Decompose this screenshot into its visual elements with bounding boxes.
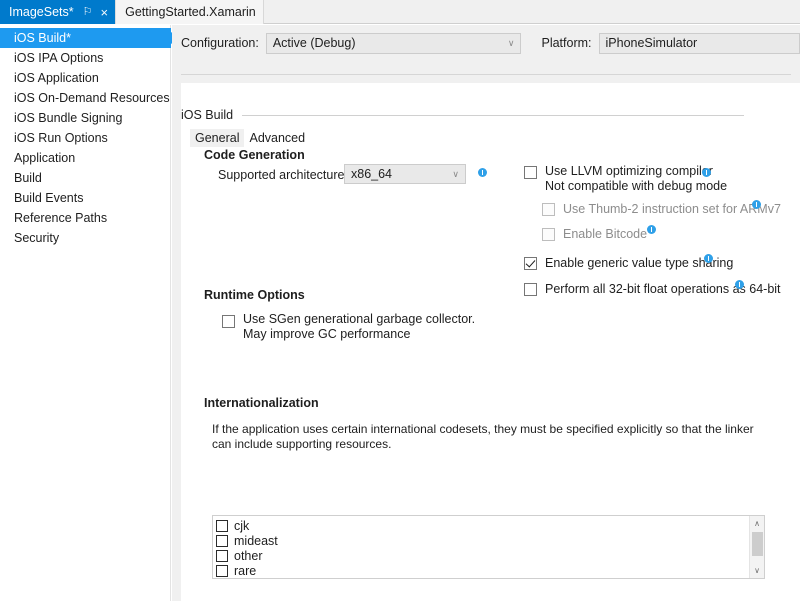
configuration-separator	[181, 74, 791, 75]
sidebar-item-build[interactable]: Build	[0, 168, 170, 188]
group-header-rule	[242, 115, 744, 116]
configuration-value: Active (Debug)	[273, 36, 356, 50]
tab-label: Advanced	[249, 131, 305, 145]
codeset-label: cjk	[234, 519, 249, 533]
codeset-listbox[interactable]: cjk mideast other rare	[212, 515, 765, 579]
document-tab-imagesets[interactable]: ImageSets* ⚐ ×	[0, 0, 115, 24]
sidebar-item-label: iOS Application	[14, 71, 99, 85]
supported-architectures-dropdown[interactable]: x86_64 ∨	[344, 164, 466, 184]
sidebar-item-label: Build Events	[14, 191, 83, 205]
platform-value: iPhoneSimulator	[606, 36, 698, 50]
use-llvm-checkbox[interactable]	[524, 166, 537, 179]
sidebar-item-security[interactable]: Security	[0, 228, 170, 248]
document-tab-gettingstarted[interactable]: GettingStarted.Xamarin	[115, 0, 264, 24]
inner-tab-strip: General Advanced	[190, 128, 800, 148]
pin-icon[interactable]: ⚐	[83, 7, 93, 18]
use-llvm-info-icon[interactable]	[702, 168, 711, 177]
float-64bit-info-icon[interactable]	[735, 280, 744, 289]
sidebar-item-label: iOS IPA Options	[14, 51, 103, 65]
list-item[interactable]: rare	[216, 563, 749, 578]
use-sgen-checkbox[interactable]	[222, 315, 235, 328]
sidebar-item-ios-ipa-options[interactable]: iOS IPA Options	[0, 48, 170, 68]
codeset-list: cjk mideast other rare	[213, 516, 749, 578]
sidebar-item-label: Security	[14, 231, 59, 245]
codeset-checkbox-other[interactable]	[216, 550, 228, 562]
chevron-down-icon: ∨	[508, 39, 515, 48]
section-title-internationalization: Internationalization	[204, 396, 319, 410]
codeset-scrollbar[interactable]: ∧ ∨	[749, 516, 764, 578]
tab-general[interactable]: General	[190, 129, 244, 148]
sidebar-item-label: iOS Build*	[14, 31, 71, 45]
sidebar-item-ios-build[interactable]: iOS Build*	[0, 28, 171, 48]
float-64bit-checkbox[interactable]	[524, 283, 537, 296]
page-title: iOS Build	[181, 108, 233, 122]
sidebar-item-label: iOS On-Demand Resources	[14, 91, 170, 105]
codeset-label: mideast	[234, 534, 278, 548]
use-sgen-label-line1: Use SGen generational garbage collector.	[243, 312, 475, 327]
list-item[interactable]: cjk	[216, 518, 749, 533]
group-header: iOS Build	[181, 108, 800, 122]
section-title-code-generation: Code Generation	[204, 148, 305, 162]
configuration-bar: Configuration: Active (Debug) ∨ Platform…	[172, 25, 800, 61]
tab-advanced[interactable]: Advanced	[244, 129, 310, 148]
sidebar-item-ios-run-options[interactable]: iOS Run Options	[0, 128, 170, 148]
generic-value-type-sharing-info-icon[interactable]	[704, 254, 713, 263]
chevron-down-icon: ∨	[452, 170, 459, 179]
generic-value-type-sharing-checkbox[interactable]	[524, 257, 537, 270]
platform-label: Platform:	[541, 36, 591, 50]
document-tab-label: GettingStarted.Xamarin	[125, 5, 256, 19]
internationalization-description: If the application uses certain internat…	[212, 422, 757, 452]
sidebar-item-label: iOS Run Options	[14, 131, 108, 145]
document-tab-strip: ImageSets* ⚐ × GettingStarted.Xamarin	[0, 0, 800, 24]
tab-label: General	[195, 131, 239, 145]
sidebar-item-label: Application	[14, 151, 75, 165]
supported-architectures-info-icon[interactable]	[478, 168, 487, 177]
scroll-down-icon[interactable]: ∨	[750, 563, 765, 578]
section-title-runtime-options: Runtime Options	[204, 288, 305, 302]
document-tab-label: ImageSets*	[9, 5, 74, 19]
use-sgen-label-line2: May improve GC performance	[243, 327, 410, 342]
supported-architectures-label: Supported architectures:	[218, 168, 354, 182]
configuration-label: Configuration:	[181, 36, 259, 50]
use-llvm-label-line1: Use LLVM optimizing compiler	[545, 164, 713, 179]
use-llvm-label-line2: Not compatible with debug mode	[545, 179, 727, 194]
codeset-checkbox-mideast[interactable]	[216, 535, 228, 547]
list-item[interactable]: mideast	[216, 533, 749, 548]
float-64bit-label: Perform all 32-bit float operations as 6…	[545, 282, 781, 297]
settings-content-card: iOS Build General Advanced Code Generati…	[181, 83, 800, 601]
scrollbar-thumb[interactable]	[752, 532, 763, 556]
settings-pane: Configuration: Active (Debug) ∨ Platform…	[172, 25, 800, 601]
sidebar-item-build-events[interactable]: Build Events	[0, 188, 170, 208]
scroll-up-icon[interactable]: ∧	[750, 516, 765, 531]
sidebar-item-label: Reference Paths	[14, 211, 107, 225]
sidebar-item-ios-on-demand-resources[interactable]: iOS On-Demand Resources	[0, 88, 170, 108]
codeset-label: rare	[234, 564, 256, 578]
enable-bitcode-checkbox	[542, 228, 555, 241]
enable-bitcode-label: Enable Bitcode	[563, 227, 647, 242]
sidebar-item-label: Build	[14, 171, 42, 185]
sidebar-item-label: iOS Bundle Signing	[14, 111, 122, 125]
supported-architectures-value: x86_64	[351, 167, 392, 181]
configuration-dropdown[interactable]: Active (Debug) ∨	[266, 33, 522, 54]
use-thumb2-label: Use Thumb-2 instruction set for ARMv7	[563, 202, 781, 217]
use-thumb2-checkbox	[542, 203, 555, 216]
platform-dropdown[interactable]: iPhoneSimulator	[599, 33, 800, 54]
codeset-checkbox-rare[interactable]	[216, 565, 228, 577]
advanced-form: Code Generation Supported architectures:…	[190, 147, 800, 593]
sidebar-item-ios-application[interactable]: iOS Application	[0, 68, 170, 88]
sidebar-item-ios-bundle-signing[interactable]: iOS Bundle Signing	[0, 108, 170, 128]
codeset-checkbox-cjk[interactable]	[216, 520, 228, 532]
category-sidebar: iOS Build* iOS IPA Options iOS Applicati…	[0, 25, 171, 601]
use-thumb2-info-icon[interactable]	[752, 200, 761, 209]
list-item[interactable]: other	[216, 548, 749, 563]
close-icon[interactable]: ×	[101, 6, 109, 19]
enable-bitcode-info-icon[interactable]	[647, 225, 656, 234]
sidebar-item-application[interactable]: Application	[0, 148, 170, 168]
codeset-label: other	[234, 549, 263, 563]
sidebar-item-reference-paths[interactable]: Reference Paths	[0, 208, 170, 228]
